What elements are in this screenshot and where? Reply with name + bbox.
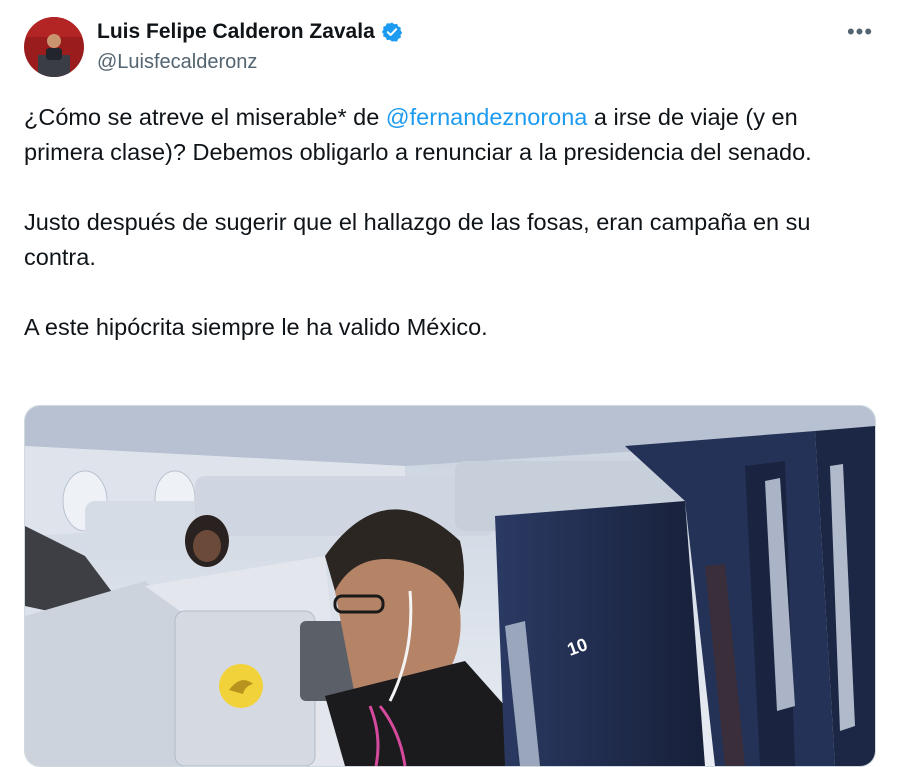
tweet-card: Luis Felipe Calderon Zavala @Luisfecalde… [0, 0, 898, 767]
author-avatar[interactable] [24, 17, 84, 77]
airplane-cabin-photo: 10 [25, 406, 875, 766]
mention-link[interactable]: @fernandeznorona [386, 104, 588, 130]
tweet-paragraph-3: A este hipócrita siempre le ha valido Mé… [24, 314, 488, 340]
tweet-text: ¿Cómo se atreve el miserable* de @fernan… [24, 100, 874, 345]
tweet-paragraph-1: ¿Cómo se atreve el miserable* de @fernan… [24, 100, 874, 170]
author-name-row: Luis Felipe Calderon Zavala [97, 20, 403, 44]
author-display-name[interactable]: Luis Felipe Calderon Zavala [97, 20, 375, 44]
tweet-media-photo[interactable]: 10 [24, 405, 876, 767]
tweet-text-segment: ¿Cómo se atreve el miserable* de [24, 104, 386, 130]
tweet-paragraph-2: Justo después de sugerir que el hallazgo… [24, 209, 811, 270]
author-handle[interactable]: @Luisfecalderonz [97, 51, 257, 74]
profile-photo [24, 17, 84, 77]
more-options-icon[interactable]: ••• [846, 18, 874, 46]
verified-badge-icon [381, 21, 403, 43]
